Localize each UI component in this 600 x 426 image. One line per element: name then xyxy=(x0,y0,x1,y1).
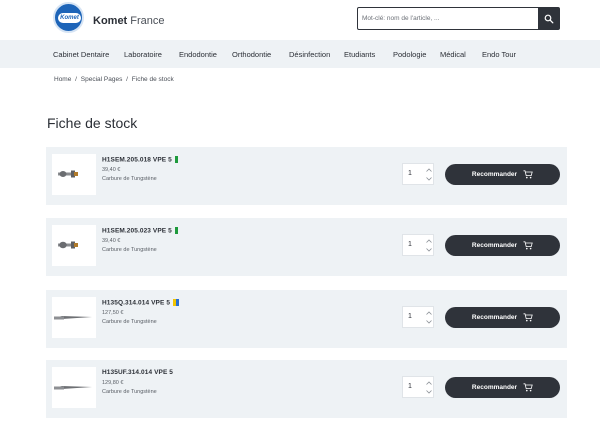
product-row: H135UF.314.014 VPE 5 129,80 € Carbure de… xyxy=(46,360,567,418)
product-thumbnail[interactable] xyxy=(52,154,96,195)
search-icon xyxy=(544,14,553,23)
search-button[interactable] xyxy=(538,8,559,29)
flag-green xyxy=(174,227,178,234)
quantity-increase-button[interactable] xyxy=(424,379,433,387)
chevron-down-icon xyxy=(425,177,432,181)
product-material: Carbure de Tungstène xyxy=(102,176,157,182)
reorder-button-label: Recommander xyxy=(471,242,518,249)
chevron-up-icon xyxy=(425,239,432,243)
brand-name[interactable]: Komet France xyxy=(93,15,165,27)
product-thumbnail[interactable] xyxy=(52,297,96,338)
site-header: Komet Komet France xyxy=(0,0,600,40)
product-material: Carbure de Tungstène xyxy=(102,247,157,253)
product-flags xyxy=(172,299,179,306)
breadcrumb-home[interactable]: Home xyxy=(54,76,71,83)
brand-name-bold: Komet xyxy=(93,15,128,27)
quantity-decrease-button[interactable] xyxy=(424,318,433,326)
chevron-up-icon xyxy=(425,168,432,172)
product-name-line: H135UF.314.014 VPE 5 xyxy=(102,369,173,376)
brand-name-light: France xyxy=(130,15,165,27)
product-thumbnail[interactable] xyxy=(52,367,96,408)
quantity-decrease-button[interactable] xyxy=(424,175,433,183)
product-name[interactable]: H1SEM.205.018 VPE 5 xyxy=(102,156,172,163)
search-box xyxy=(357,7,560,30)
breadcrumb-separator: / xyxy=(75,76,77,83)
product-price: 127,50 € xyxy=(102,310,124,316)
quantity-decrease-button[interactable] xyxy=(424,246,433,254)
product-name-line: H1SEM.205.023 VPE 5 xyxy=(102,227,178,234)
cart-icon xyxy=(523,170,533,179)
quantity-value[interactable]: 1 xyxy=(408,383,412,390)
nav-item-laboratoire[interactable]: Laboratoire xyxy=(124,50,162,59)
cart-icon xyxy=(523,383,533,392)
flag-green xyxy=(174,156,178,163)
breadcrumb-special-pages[interactable]: Special Pages xyxy=(81,76,123,83)
page-title: Fiche de stock xyxy=(47,115,138,131)
nav-item-desinfection[interactable]: Désinfection xyxy=(289,50,330,59)
product-thumbnail[interactable] xyxy=(52,225,96,266)
product-material: Carbure de Tungstène xyxy=(102,389,157,395)
quantity-stepper: 1 xyxy=(402,234,434,256)
product-row: H1SEM.205.023 VPE 5 39,40 € Carbure de T… xyxy=(46,218,567,276)
breadcrumb-current: Fiche de stock xyxy=(131,76,174,83)
bur-needle-icon xyxy=(54,316,92,320)
product-material: Carbure de Tungstène xyxy=(102,319,157,325)
product-row: H135Q.314.014 VPE 5 127,50 € Carbure de … xyxy=(46,290,567,348)
bur-round-icon xyxy=(58,241,78,249)
komet-logo[interactable]: Komet xyxy=(53,2,84,33)
product-name[interactable]: H135Q.314.014 VPE 5 xyxy=(102,299,170,306)
product-flags xyxy=(174,227,178,234)
chevron-up-icon xyxy=(425,311,432,315)
product-name-line: H135Q.314.014 VPE 5 xyxy=(102,299,179,306)
quantity-stepper: 1 xyxy=(402,163,434,185)
reorder-button-label: Recommander xyxy=(471,314,518,321)
bur-round-icon xyxy=(58,170,78,178)
reorder-button[interactable]: Recommander xyxy=(445,377,560,398)
product-name[interactable]: H1SEM.205.023 VPE 5 xyxy=(102,227,172,234)
reorder-button-label: Recommander xyxy=(471,171,518,178)
breadcrumb-separator: / xyxy=(126,76,128,83)
bur-needle-icon xyxy=(54,386,92,390)
flag-blue xyxy=(175,299,179,306)
quantity-value[interactable]: 1 xyxy=(408,313,412,320)
nav-item-etudiants[interactable]: Etudiants xyxy=(344,50,375,59)
nav-item-podologie[interactable]: Podologie xyxy=(393,50,426,59)
quantity-value[interactable]: 1 xyxy=(408,241,412,248)
product-price: 39,40 € xyxy=(102,167,121,173)
reorder-button[interactable]: Recommander xyxy=(445,307,560,328)
quantity-stepper: 1 xyxy=(402,306,434,328)
quantity-increase-button[interactable] xyxy=(424,309,433,317)
quantity-stepper: 1 xyxy=(402,376,434,398)
reorder-button[interactable]: Recommander xyxy=(445,235,560,256)
quantity-value[interactable]: 1 xyxy=(408,170,412,177)
reorder-button-label: Recommander xyxy=(471,384,518,391)
chevron-up-icon xyxy=(425,381,432,385)
nav-item-endodontie[interactable]: Endodontie xyxy=(179,50,217,59)
logo-wordmark: Komet xyxy=(58,13,81,23)
quantity-increase-button[interactable] xyxy=(424,166,433,174)
product-price: 129,80 € xyxy=(102,380,124,386)
main-nav: Cabinet Dentaire Laboratoire Endodontie … xyxy=(0,40,600,68)
cart-icon xyxy=(523,313,533,322)
cart-icon xyxy=(523,241,533,250)
chevron-down-icon xyxy=(425,320,432,324)
reorder-button[interactable]: Recommander xyxy=(445,164,560,185)
nav-item-cabinet-dentaire[interactable]: Cabinet Dentaire xyxy=(53,50,109,59)
product-row: H1SEM.205.018 VPE 5 39,40 € Carbure de T… xyxy=(46,147,567,205)
nav-item-orthodontie[interactable]: Orthodontie xyxy=(232,50,271,59)
product-name-line: H1SEM.205.018 VPE 5 xyxy=(102,156,178,163)
chevron-down-icon xyxy=(425,248,432,252)
quantity-increase-button[interactable] xyxy=(424,237,433,245)
breadcrumb: Home / Special Pages / Fiche de stock xyxy=(54,76,174,83)
quantity-decrease-button[interactable] xyxy=(424,388,433,396)
nav-item-endo-tour[interactable]: Endo Tour xyxy=(482,50,516,59)
product-flags xyxy=(174,156,178,163)
nav-item-medical[interactable]: Médical xyxy=(440,50,466,59)
chevron-down-icon xyxy=(425,390,432,394)
search-input[interactable] xyxy=(362,11,532,26)
product-price: 39,40 € xyxy=(102,238,121,244)
product-name[interactable]: H135UF.314.014 VPE 5 xyxy=(102,369,173,376)
